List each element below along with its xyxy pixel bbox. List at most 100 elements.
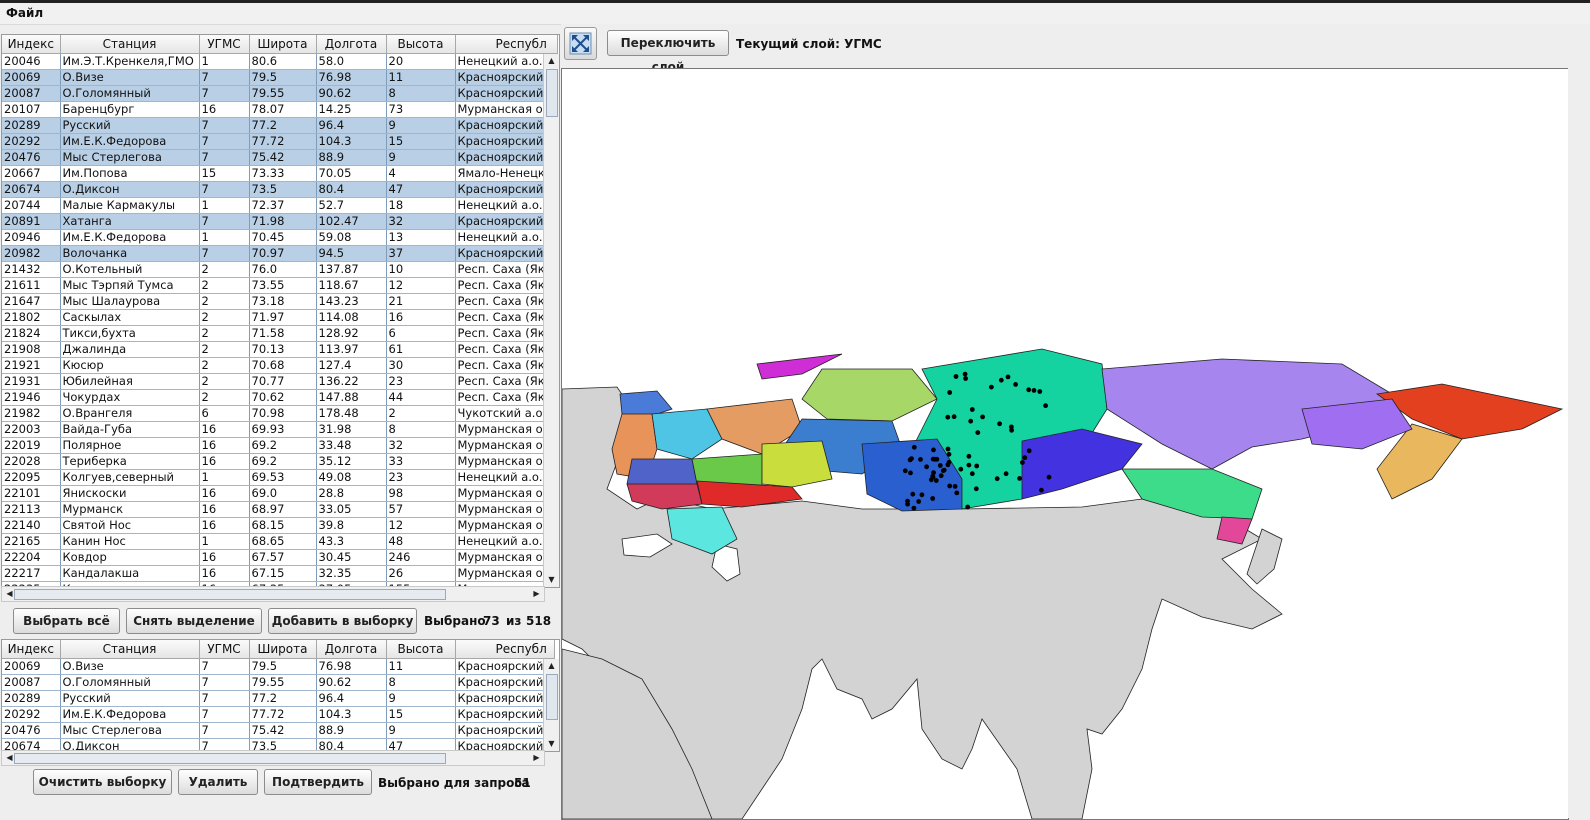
station-dot[interactable] [1020,460,1025,465]
table-cell[interactable]: 2 [199,373,250,390]
table-cell[interactable]: 9 [386,722,456,739]
scroll-up-icon[interactable]: ▲ [544,659,559,673]
deselect-button[interactable]: Снять выделение [126,608,262,634]
table-cell[interactable]: 20046 [2,53,61,70]
table-cell[interactable]: 33 [386,453,456,470]
table-cell[interactable]: 13 [386,229,456,246]
table-cell[interactable]: О.Котельный [60,261,200,278]
table-cell[interactable]: 20087 [2,85,61,102]
horizontal-scroll-thumb[interactable] [14,589,446,600]
station-dot[interactable] [1003,471,1009,477]
table-cell[interactable]: О.Диксон [60,181,200,198]
table-row[interactable]: 22095 Колгуев,северный 1 69.53 49.08 23 Ненецк… [2,469,559,486]
table-cell[interactable]: 128.92 [316,325,387,342]
table-cell[interactable]: 79.5 [249,658,317,675]
table-cell[interactable]: 11 [386,658,456,675]
table-cell[interactable]: Волочанка [60,245,200,262]
station-dot[interactable] [1026,387,1032,393]
table-cell[interactable]: 2 [199,389,250,406]
table-cell[interactable]: Териберка [60,453,200,470]
table-cell[interactable]: Кюсюр [60,357,200,374]
table-cell[interactable]: 39.8 [316,517,387,534]
table-cell[interactable]: 67.57 [249,549,317,566]
zoom-extent-button[interactable] [564,27,597,60]
table-cell[interactable]: 20087 [2,674,61,691]
table-cell[interactable]: 69.0 [249,485,317,502]
table-cell[interactable]: 72.37 [249,197,317,214]
table-cell[interactable]: 20667 [2,165,61,182]
table-cell[interactable]: 22028 [2,453,61,470]
table-cell[interactable]: О.Визе [60,69,200,86]
table-cell[interactable]: 88.9 [316,722,387,739]
station-dot[interactable] [918,457,923,462]
table-row[interactable]: 20069 О.Визе 7 79.5 76.98 11 Красноярский к [2,658,555,675]
table-cell[interactable]: 178.48 [316,405,387,422]
station-dot[interactable] [902,468,908,474]
station-dot[interactable] [941,467,947,473]
table-row[interactable]: 20744 Малые Кармакулы 1 72.37 52.7 18 Ненецкий… [2,197,559,214]
table-row[interactable]: 20289 Русский 7 77.2 96.4 9 Красноярский к [2,690,555,707]
table-cell[interactable]: Хатанга [60,213,200,230]
table-cell[interactable]: 18 [386,197,456,214]
table-cell[interactable]: 32 [386,437,456,454]
table-cell[interactable]: 9 [386,117,456,134]
table-cell[interactable]: Им.Е.К.Федорова [60,133,200,150]
table-cell[interactable]: 47 [386,181,456,198]
table-cell[interactable]: 23 [386,373,456,390]
table-cell[interactable]: 7 [199,117,250,134]
table-cell[interactable]: 68.97 [249,501,317,518]
table-cell[interactable]: 80.6 [249,53,317,70]
table-cell[interactable]: 127.4 [316,357,387,374]
table-cell[interactable]: 1 [199,469,250,486]
station-dot[interactable] [905,501,910,507]
table-cell[interactable]: 9 [386,690,456,707]
table-cell[interactable]: 21946 [2,389,61,406]
table-cell[interactable]: 10 [386,261,456,278]
station-dot[interactable] [1046,474,1052,480]
table-cell[interactable]: 70.05 [316,165,387,182]
table-row[interactable]: 21802 Саскылах 2 71.97 114.08 16 Респ. Саха (Я… [2,309,559,326]
scroll-thumb[interactable] [546,69,558,117]
table-cell[interactable]: 75.42 [249,149,317,166]
scroll-down-icon[interactable]: ▼ [544,573,559,587]
table-cell[interactable]: 7 [199,213,250,230]
table-row[interactable]: 22204 Ковдор 16 67.57 30.45 246 Мурманская обл [2,549,559,566]
table-cell[interactable]: 1 [199,229,250,246]
chosen-header-6[interactable]: Республ [455,640,555,659]
table-cell[interactable]: 7 [199,658,250,675]
table-cell[interactable]: Тикси,бухта [60,325,200,342]
table-cell[interactable]: 22204 [2,549,61,566]
table-cell[interactable]: 11 [386,69,456,86]
table-cell[interactable]: 59.08 [316,229,387,246]
table-cell[interactable]: 16 [386,309,456,326]
table-row[interactable]: 20289 Русский 7 77.2 96.4 9 Красноярский к [2,117,559,134]
station-dot[interactable] [973,486,979,492]
station-dot[interactable] [930,496,936,501]
station-dot[interactable] [924,464,929,470]
table-row[interactable]: 21931 Юбилейная 2 70.77 136.22 23 Респ. Саха (… [2,373,559,390]
table-cell[interactable]: О.Врангеля [60,405,200,422]
table-row[interactable]: 22217 Кандалакша 16 67.15 32.35 26 Мурманская … [2,565,559,582]
table-cell[interactable]: 21921 [2,357,61,374]
table-cell[interactable]: 1 [199,53,250,70]
table-row[interactable]: 20891 Хатанга 7 71.98 102.47 32 Красноярский к [2,213,559,230]
table-cell[interactable]: 70.77 [249,373,317,390]
table-cell[interactable]: 9 [386,149,456,166]
table-cell[interactable]: 98 [386,485,456,502]
table-cell[interactable]: 20107 [2,101,61,118]
table-cell[interactable]: 7 [199,133,250,150]
table-cell[interactable]: Полярное [60,437,200,454]
table-cell[interactable]: Юбилейная [60,373,200,390]
table-cell[interactable]: 7 [199,722,250,739]
station-dot[interactable] [947,483,953,489]
confirm-button[interactable]: Подтвердить [264,769,372,795]
table-cell[interactable]: 7 [199,69,250,86]
table-row[interactable]: 21908 Джалинда 2 70.13 113.97 61 Респ. Саха (Я… [2,341,559,358]
stations-header-3[interactable]: Широта [249,35,317,54]
table-cell[interactable]: 4 [386,165,456,182]
table-cell[interactable]: Баренцбург [60,101,200,118]
table-cell[interactable]: 104.3 [316,133,387,150]
table-row[interactable]: 20674 О.Диксон 7 73.5 80.4 47 Красноярский к [2,181,559,198]
table-row[interactable]: 20087 О.Голомянный 7 79.55 90.62 8 Красноярски… [2,85,559,102]
table-cell[interactable]: Малые Кармакулы [60,197,200,214]
